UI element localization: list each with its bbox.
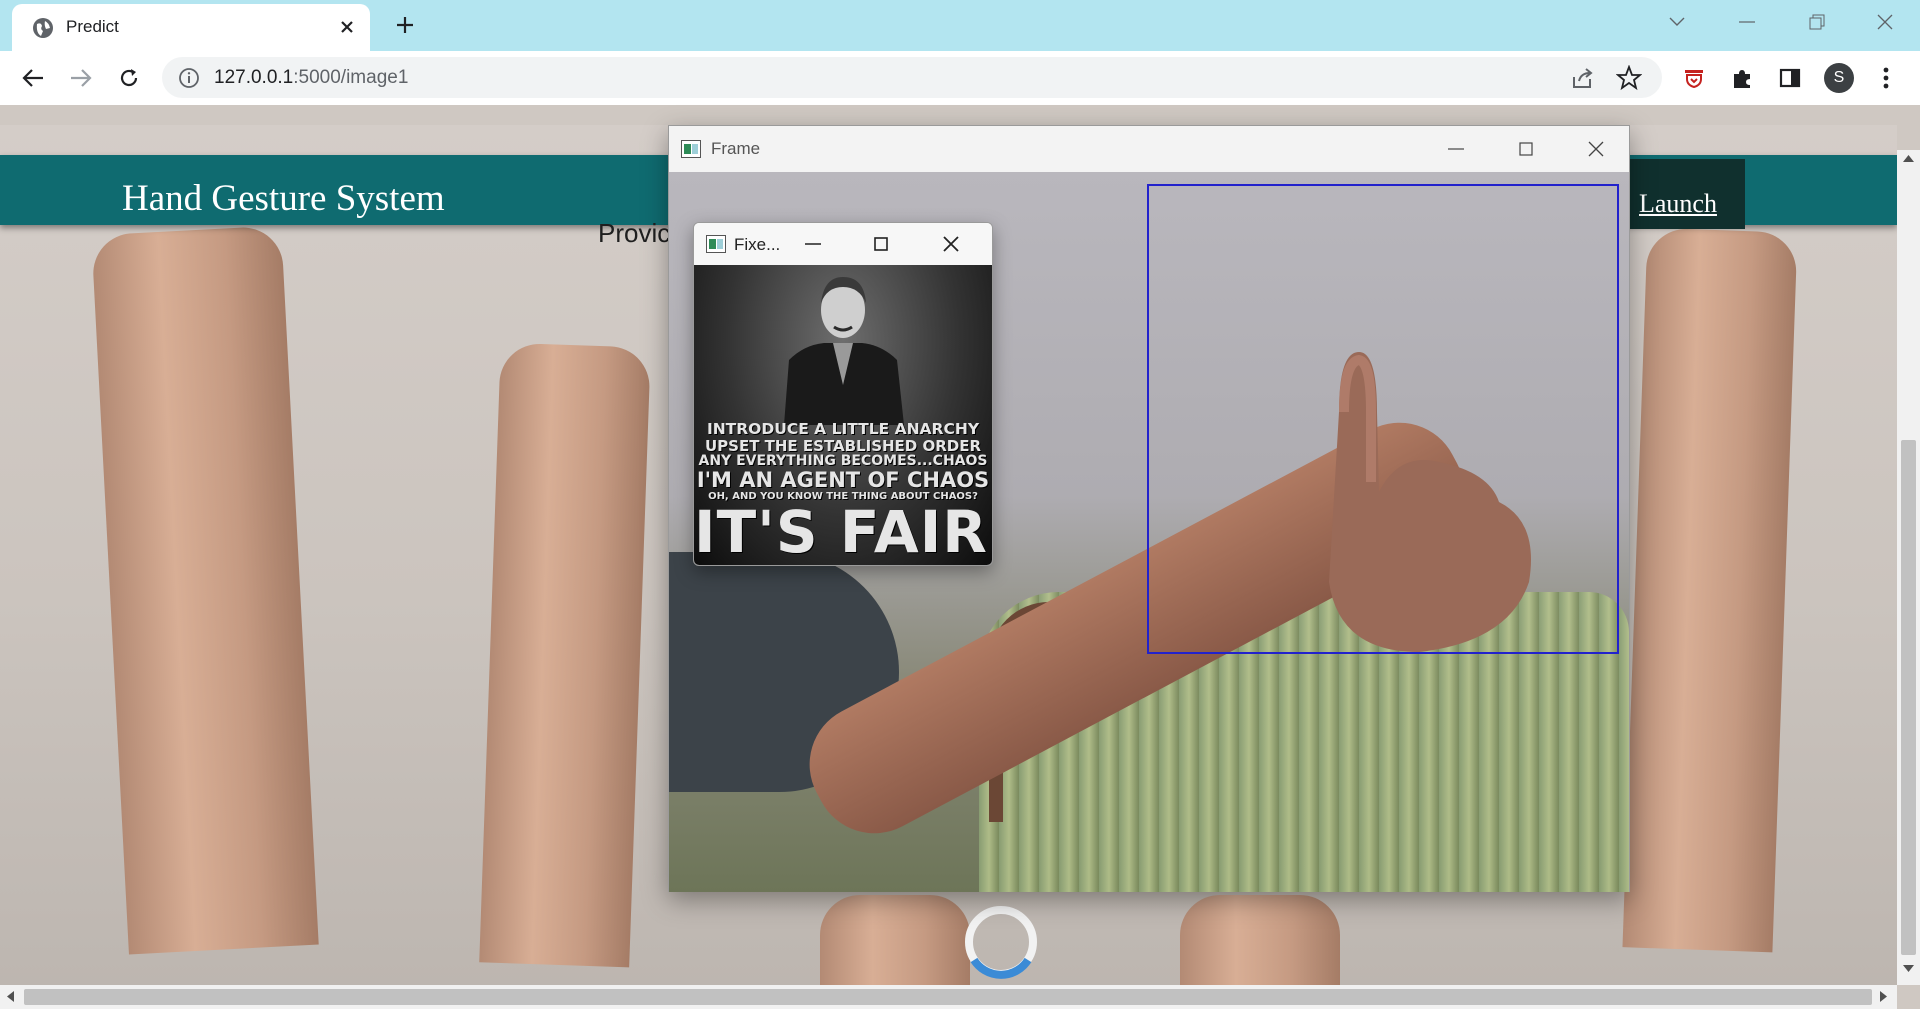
close-icon[interactable] (1862, 8, 1908, 36)
site-title: Hand Gesture System (122, 178, 445, 219)
poster-line-4: I'M AN AGENT OF CHAOS (696, 468, 990, 492)
page-body-text: Provic (598, 218, 671, 248)
frame-window-title: Frame (711, 139, 761, 158)
minimize-icon[interactable] (798, 231, 828, 257)
poster-line-1: INTRODUCE A LITTLE ANARCHY (706, 420, 980, 438)
joker-figure-image (784, 277, 904, 425)
horizontal-scroll-thumb[interactable] (24, 989, 1872, 1005)
frame-titlebar[interactable]: Frame (669, 126, 1629, 172)
background-arm-image (820, 895, 970, 985)
poster-line-6: IT'S FAIR! (694, 498, 992, 565)
vertical-scroll-thumb[interactable] (1901, 440, 1916, 955)
scroll-down-icon[interactable] (1903, 965, 1914, 973)
opencv-window-icon (681, 140, 701, 158)
prediction-poster-image: INTRODUCE A LITTLE ANARCHY UPSET THE EST… (694, 265, 992, 565)
extension-shield-icon[interactable] (1680, 64, 1708, 92)
scroll-right-icon[interactable] (1880, 991, 1888, 1002)
spinner-icon (965, 906, 1037, 979)
chevron-down-icon[interactable] (1654, 8, 1700, 36)
launch-nav-item[interactable]: Launch (1629, 159, 1745, 229)
close-icon[interactable] (334, 14, 360, 40)
tab-title: Predict (66, 17, 119, 36)
region-of-interest-box (1147, 184, 1619, 654)
opencv-window-icon (706, 235, 726, 253)
info-icon[interactable] (178, 67, 200, 89)
arrow-left-icon[interactable] (16, 61, 50, 95)
kebab-menu-icon[interactable] (1874, 63, 1898, 93)
maximize-icon[interactable] (866, 231, 896, 257)
address-bar[interactable]: 127.0.0.1:5000/image1 (162, 57, 1662, 98)
background-arm-image (479, 342, 651, 968)
globe-icon (33, 18, 53, 38)
maximize-icon[interactable] (1511, 136, 1541, 162)
horizontal-scrollbar[interactable] (0, 985, 1897, 1009)
reload-icon[interactable] (112, 61, 146, 95)
plus-icon[interactable] (390, 10, 420, 40)
arrow-right-icon[interactable] (64, 61, 98, 95)
puzzle-icon[interactable] (1728, 64, 1756, 92)
tab-strip: Predict (0, 0, 1920, 51)
vertical-scrollbar[interactable] (1897, 150, 1920, 985)
url-path: :5000/image1 (293, 67, 409, 88)
minimize-icon[interactable] (1724, 8, 1770, 36)
profile-avatar[interactable]: S (1824, 63, 1854, 93)
background-arm-image (1622, 227, 1798, 953)
sidepanel-icon[interactable] (1776, 64, 1804, 92)
close-icon[interactable] (936, 231, 966, 257)
share-icon[interactable] (1570, 65, 1596, 91)
background-arm-image (91, 225, 319, 955)
close-icon[interactable] (1581, 136, 1611, 162)
minimize-icon[interactable] (1441, 136, 1471, 162)
scroll-left-icon[interactable] (6, 991, 14, 1002)
fixed-window[interactable]: Fixe... INTRODUCE A LITTLE ANARCHY UPSET… (693, 222, 993, 566)
poster-line-3: ANY EVERYTHING BECOMES...CHAOS (698, 453, 988, 469)
url-text: 127.0.0.1:5000/image1 (214, 67, 408, 89)
fixed-window-title: Fixe... (734, 235, 781, 254)
fixed-titlebar[interactable]: Fixe... (694, 223, 992, 265)
url-host: 127.0.0.1 (214, 67, 294, 88)
launch-link[interactable]: Launch (1639, 189, 1717, 219)
star-icon[interactable] (1616, 65, 1642, 91)
browser-toolbar: 127.0.0.1:5000/image1 S (0, 51, 1920, 105)
tab-predict[interactable]: Predict (12, 4, 370, 51)
background-arm-image (1180, 895, 1340, 985)
scroll-up-icon[interactable] (1903, 154, 1914, 162)
restore-icon[interactable] (1794, 8, 1840, 36)
